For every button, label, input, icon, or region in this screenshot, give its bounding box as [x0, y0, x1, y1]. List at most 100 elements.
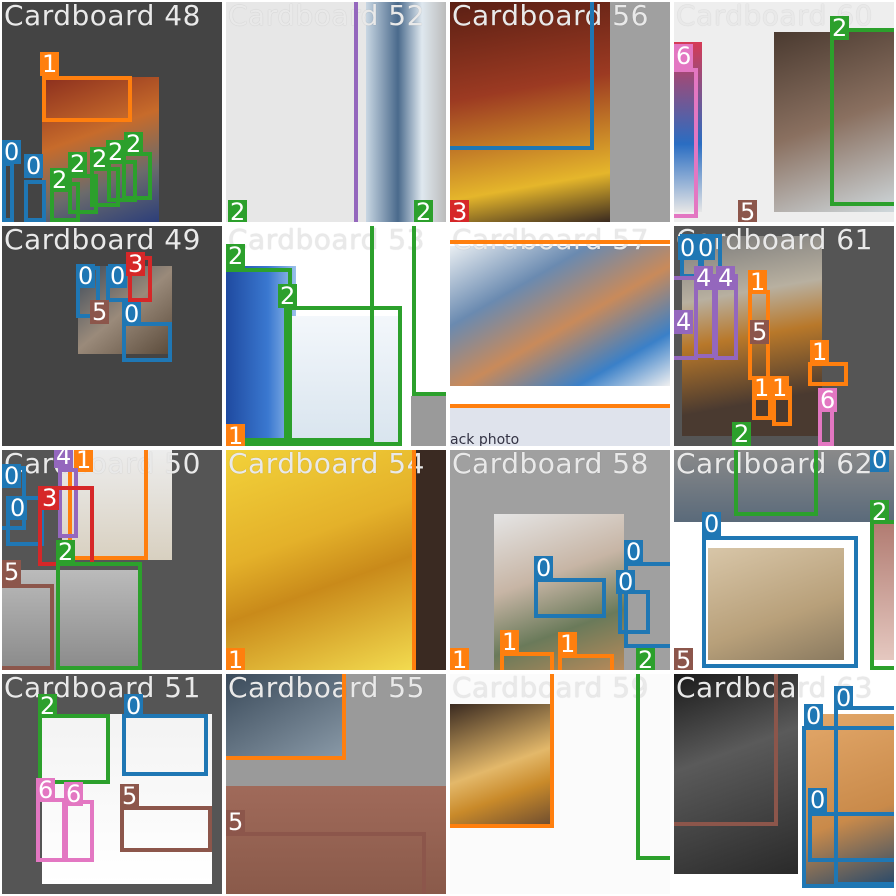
box-label: 2 — [830, 14, 850, 42]
bounding-box — [702, 536, 858, 668]
tile-cardboard-51[interactable]: Cardboard 51 2 0 6 6 5 — [2, 674, 222, 894]
tile-cardboard-63[interactable]: Cardboard 63 0 0 0 — [674, 674, 894, 894]
tile-cardboard-53[interactable]: Cardboard 53 2 2 1 — [226, 226, 446, 446]
box-label: 6 — [818, 386, 838, 414]
box-label: 1 — [748, 268, 768, 296]
tile-cardboard-52[interactable]: Cardboard 52 2 2 — [226, 2, 446, 222]
box-label: 0 — [534, 554, 554, 582]
bounding-box — [122, 714, 208, 776]
bounding-box — [284, 306, 402, 446]
box-label: 5 — [750, 318, 770, 346]
box-label: 0 — [804, 702, 824, 730]
box-label: 2 — [636, 646, 656, 670]
box-label: 2 — [228, 198, 248, 222]
bounding-box — [808, 812, 894, 862]
box-label: 3 — [40, 484, 60, 512]
box-label: 5 — [2, 558, 22, 586]
box-label: 3 — [450, 198, 470, 222]
tile-title: Cardboard 58 — [452, 450, 649, 480]
tile-cardboard-54[interactable]: Cardboard 54 1 — [226, 450, 446, 670]
box-label: 0 — [834, 684, 854, 712]
tile-cardboard-56[interactable]: Cardboard 56 3 — [450, 2, 670, 222]
bounding-box — [38, 714, 110, 784]
box-label: 2 — [38, 692, 58, 720]
box-label: 0 — [124, 692, 144, 720]
bounding-box — [56, 562, 142, 670]
box-label: 1 — [226, 422, 246, 446]
bounding-box — [450, 240, 670, 408]
bounding-box — [354, 2, 360, 222]
box-label: 0 — [122, 300, 142, 328]
box-label: 0 — [624, 538, 644, 566]
box-label: 5 — [90, 298, 110, 326]
box-label: 2 — [732, 420, 752, 446]
bounding-box — [674, 68, 698, 218]
box-label: 0 — [678, 234, 698, 262]
box-label: 5 — [120, 782, 140, 810]
bounding-box — [42, 76, 132, 122]
box-label: 4 — [54, 450, 74, 468]
box-label: 0 — [870, 450, 890, 474]
bounding-box — [122, 322, 172, 362]
box-label: 4 — [716, 264, 736, 292]
bounding-box — [734, 450, 818, 516]
tile-cardboard-57[interactable]: Cardboard 57 ack photo — [450, 226, 670, 446]
bounding-box — [122, 152, 152, 200]
box-label: 6 — [36, 776, 56, 804]
bounding-box — [450, 2, 594, 150]
box-label: 0 — [76, 262, 96, 290]
tile-cardboard-61[interactable]: Cardboard 61 0 0 4 4 4 1 5 1 1 1 6 2 — [674, 226, 894, 446]
tile-cardboard-62[interactable]: Cardboard 62 0 2 0 5 — [674, 450, 894, 670]
box-label: 2 — [68, 150, 88, 178]
bounding-box — [870, 520, 894, 670]
box-label: 2 — [226, 242, 246, 270]
box-label: 6 — [674, 42, 694, 70]
box-label: 5 — [738, 198, 758, 222]
tile-cardboard-58[interactable]: Cardboard 58 0 0 0 1 1 1 2 — [450, 450, 670, 670]
tile-cardboard-55[interactable]: Cardboard 55 5 — [226, 674, 446, 894]
box-label: 4 — [694, 264, 714, 292]
box-label: 3 — [126, 250, 146, 278]
box-label: 0 — [702, 510, 722, 538]
box-label: 1 — [558, 630, 578, 658]
tile-cardboard-49[interactable]: Cardboard 49 0 0 3 5 0 — [2, 226, 222, 446]
tile-title: Cardboard 48 — [4, 2, 201, 32]
box-label: 1 — [770, 374, 790, 402]
box-label: 0 — [616, 568, 636, 596]
bounding-box — [674, 674, 778, 826]
box-label: 2 — [124, 130, 144, 158]
box-label: 2 — [50, 166, 70, 194]
bounding-box — [36, 798, 66, 862]
box-label: 0 — [8, 494, 28, 522]
bounding-box — [534, 578, 606, 618]
tile-cardboard-48[interactable]: Cardboard 48 1 0 0 2 2 2 2 2 — [2, 2, 222, 222]
box-label: 1 — [226, 646, 246, 670]
tile-cardboard-50[interactable]: Cardboard 50 1 4 0 0 3 2 5 — [2, 450, 222, 670]
box-label: 1 — [752, 374, 772, 402]
box-label: 5 — [226, 808, 246, 836]
bounding-box — [636, 674, 670, 860]
tile-image — [411, 396, 446, 446]
bounding-box — [226, 832, 426, 894]
bounding-box — [830, 28, 894, 206]
box-label: 2 — [278, 282, 298, 310]
box-label: 4 — [674, 308, 694, 336]
bounding-box — [226, 674, 346, 760]
box-label: 0 — [808, 786, 828, 814]
box-label: 0 — [2, 138, 22, 166]
tile-cardboard-59[interactable]: Cardboard 59 — [450, 674, 670, 894]
tile-image — [366, 2, 446, 222]
box-label: 1 — [500, 628, 520, 656]
box-label: 1 — [40, 50, 60, 78]
box-label: 2 — [414, 198, 434, 222]
bounding-box — [450, 674, 554, 828]
box-label: 0 — [696, 234, 716, 262]
box-label: 1 — [810, 338, 830, 366]
bounding-box — [226, 450, 416, 670]
tile-cardboard-60[interactable]: Cardboard 60 2 6 5 — [674, 2, 894, 222]
tile-title: Cardboard 51 — [4, 674, 201, 704]
box-label: 2 — [56, 538, 76, 566]
bounding-box — [64, 800, 94, 862]
tile-title: Cardboard 49 — [4, 226, 201, 256]
bounding-box — [618, 590, 650, 634]
